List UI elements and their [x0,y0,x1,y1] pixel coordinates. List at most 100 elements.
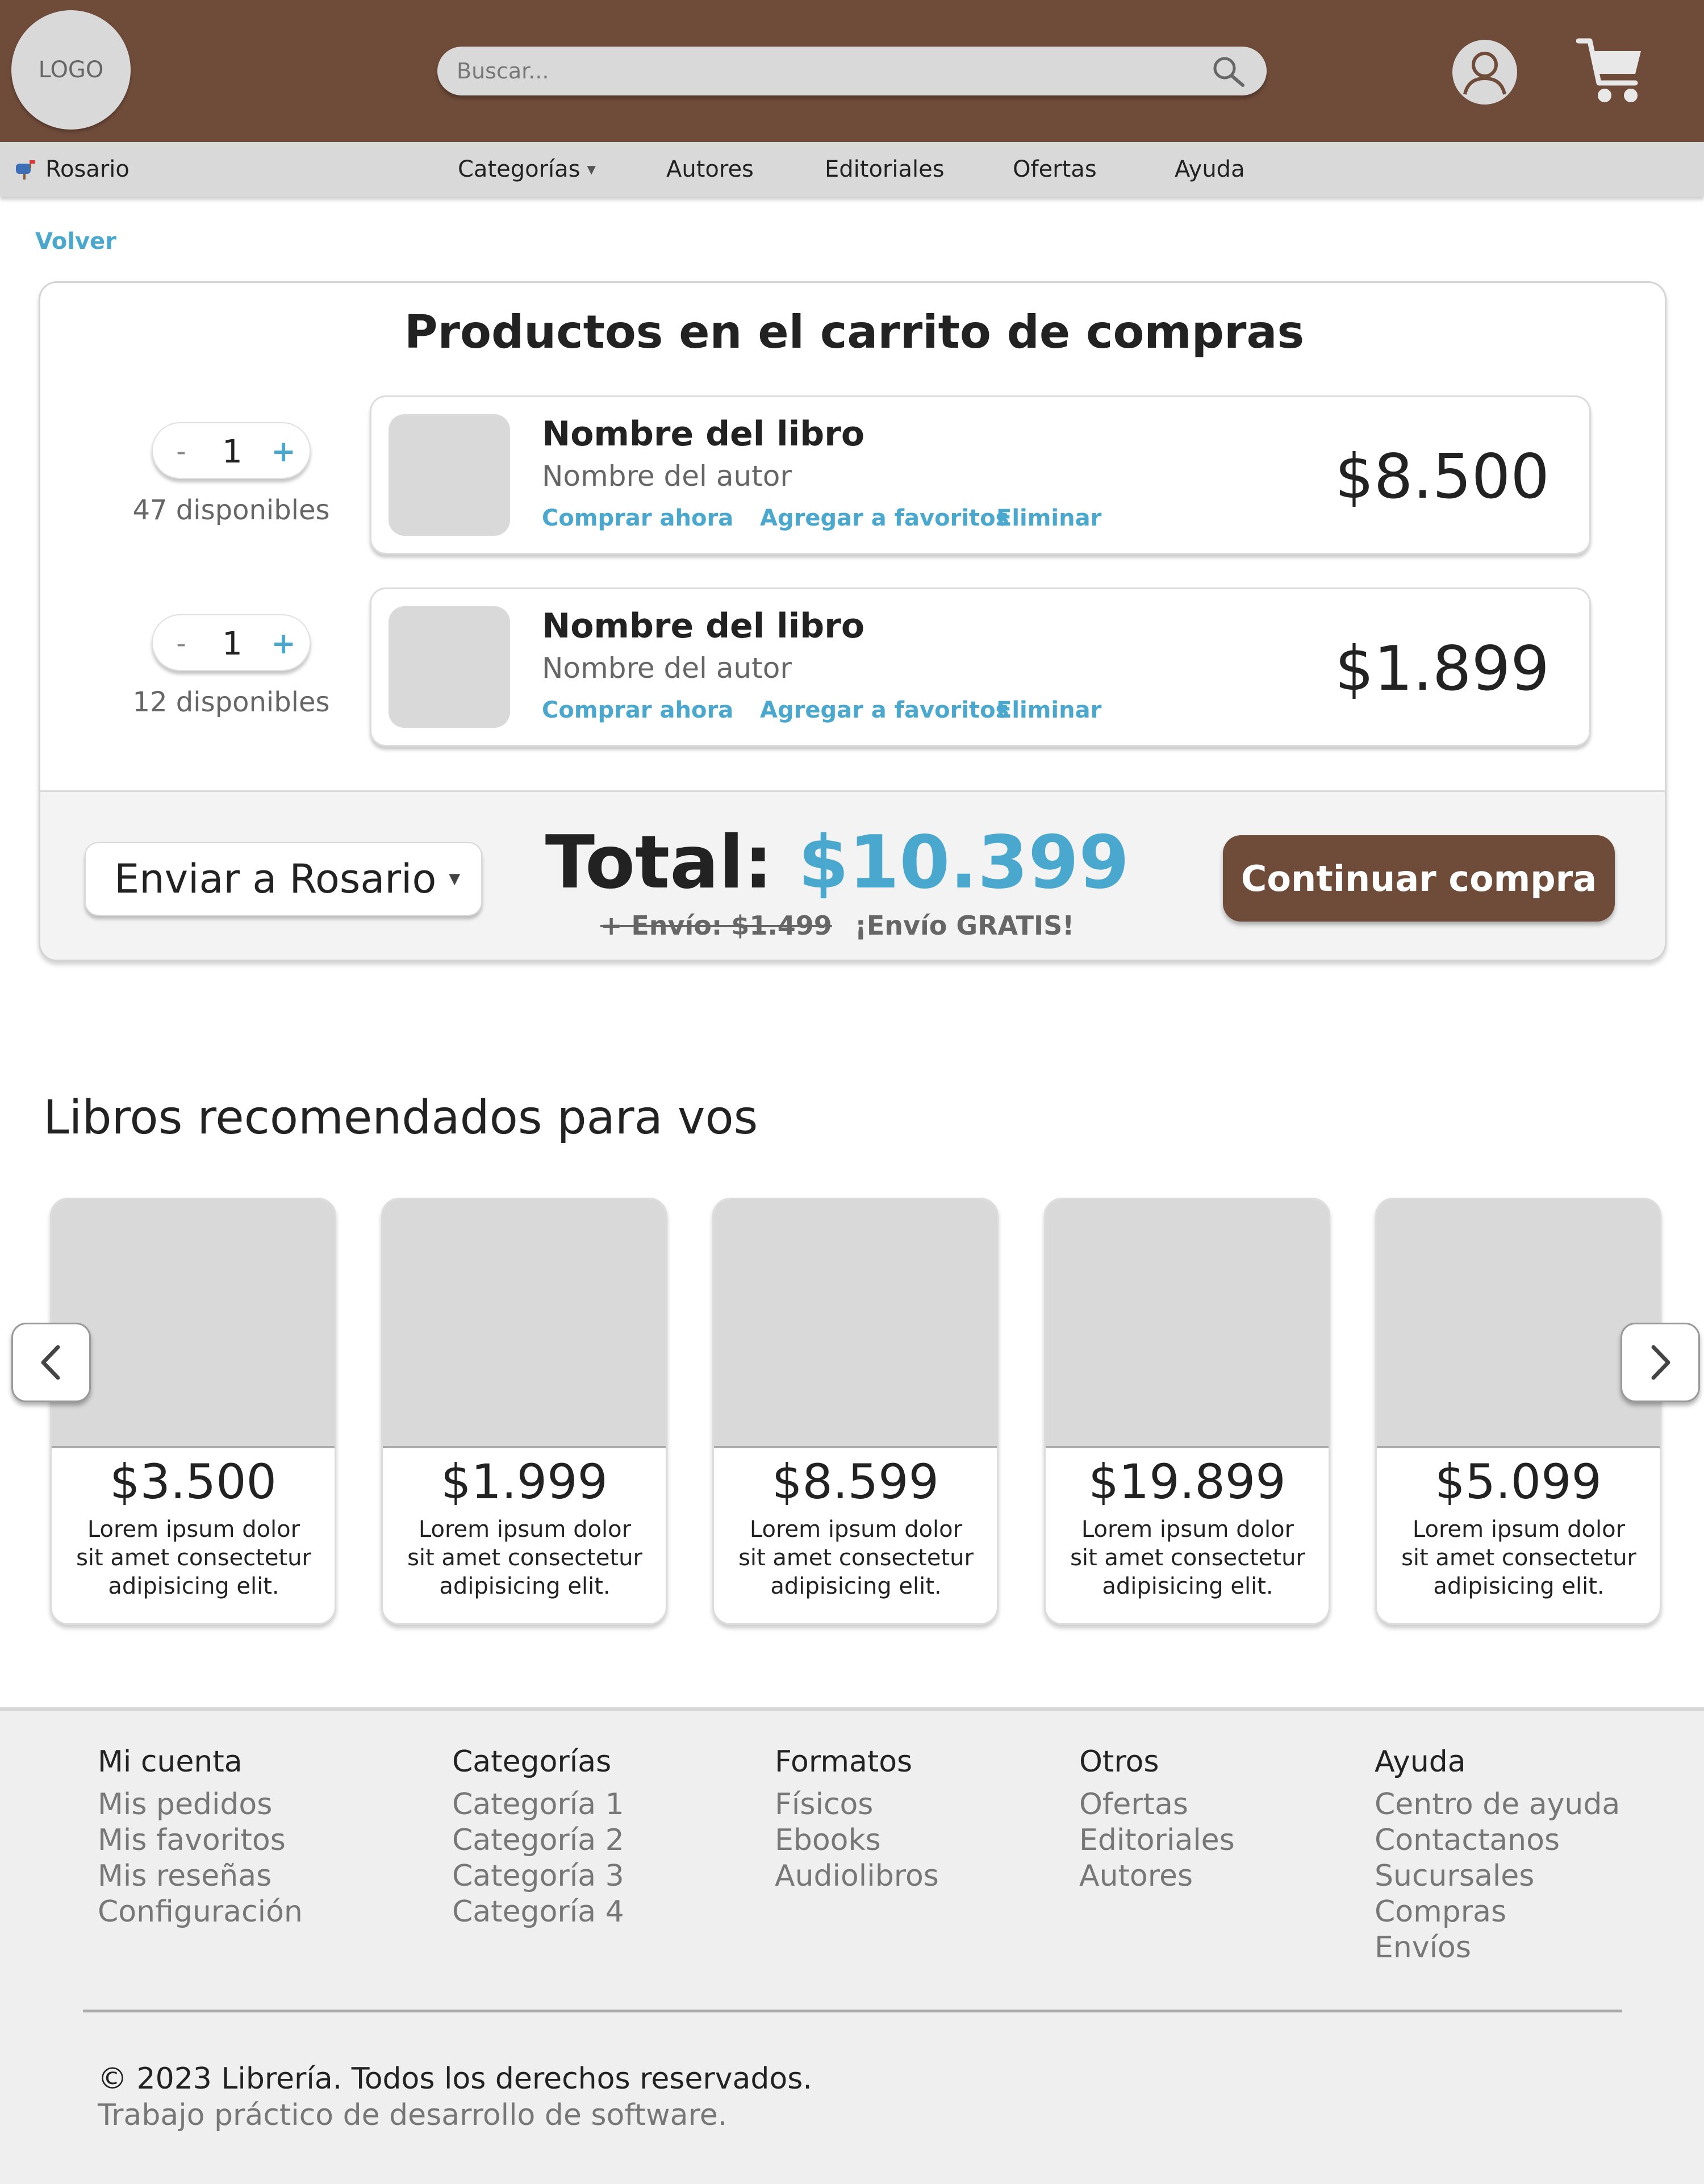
recommended-book-card[interactable]: $3.500 Lorem ipsum dolor sit amet consec… [50,1198,336,1625]
footer-link[interactable]: Contactanos [1375,1823,1620,1858]
footer: Mi cuenta Mis pedidos Mis favoritos Mis … [0,1707,1704,2184]
increase-button[interactable]: + [266,423,300,480]
nav-editoriales[interactable]: Editoriales [825,142,945,197]
recommended-book-card[interactable]: $8.599 Lorem ipsum dolor sit amet consec… [712,1198,999,1625]
footer-link[interactable]: Mis favoritos [98,1823,303,1858]
footer-link[interactable]: Sucursales [1375,1858,1620,1894]
add-favorite-link[interactable]: Agregar a favoritos [760,505,1009,531]
book-price: $5.099 [1435,1454,1602,1510]
footer-link[interactable]: Categoría 2 [452,1823,624,1858]
recommended-book-card[interactable]: $1.999 Lorem ipsum dolor sit amet consec… [381,1198,667,1625]
cart-summary: Enviar a Rosario ▼ Total: $10.399 + Enví… [40,790,1665,960]
search-icon[interactable] [1210,55,1246,89]
availability-text: 12 disponibles [132,686,330,718]
footer-column-formats: Formatos Físicos Ebooks Audiolibros [775,1745,939,1894]
footer-heading: Ayuda [1375,1745,1466,1779]
buy-now-link[interactable]: Comprar ahora [542,697,733,723]
book-author: Nombre del autor [542,460,792,493]
book-title: Nombre del libro [542,606,865,646]
total-label: Total: [545,820,773,905]
free-shipping-text: ¡Envío GRATIS! [854,910,1075,941]
total-value: $10.399 [798,820,1130,905]
nav-ofertas[interactable]: Ofertas [1013,142,1097,197]
book-title: Nombre del libro [542,414,865,454]
book-description: Lorem ipsum dolor sit amet consectetur a… [76,1516,311,1599]
shipping-old-price: + Envío: $1.499 [600,910,832,941]
continue-purchase-button[interactable]: Continuar compra [1223,835,1615,922]
search-bar [437,47,1267,95]
nav-categorias-label: Categorías [458,156,580,182]
footer-heading: Formatos [775,1745,913,1779]
book-description: Lorem ipsum dolor sit amet consectetur a… [407,1516,642,1599]
footer-link[interactable]: Autores [1079,1858,1235,1894]
nav-ayuda[interactable]: Ayuda [1175,142,1245,197]
search-input[interactable] [457,47,1195,95]
footer-link[interactable]: Físicos [775,1787,939,1823]
location-selector[interactable]: Rosario [14,142,130,197]
caret-down-icon: ▼ [587,162,596,176]
availability-text: 47 disponibles [132,494,330,526]
recommended-book-card[interactable]: $5.099 Lorem ipsum dolor sit amet consec… [1375,1198,1661,1625]
book-cover [1046,1199,1329,1448]
back-link[interactable]: Volver [35,228,116,255]
recommended-book-card[interactable]: $19.899 Lorem ipsum dolor sit amet conse… [1044,1198,1330,1625]
logo[interactable]: LOGO [11,10,131,130]
footer-column-help: Ayuda Centro de ayuda Contactanos Sucurs… [1375,1745,1620,1966]
footer-subtitle: Trabajo práctico de desarrollo de softwa… [98,2098,728,2132]
nav-autores[interactable]: Autores [666,142,754,197]
footer-heading: Otros [1079,1745,1159,1779]
footer-heading: Mi cuenta [98,1745,243,1779]
quantity-stepper: - 1 + [152,422,311,479]
item-price: $1.899 [1335,633,1550,705]
footer-link[interactable]: Categoría 4 [452,1894,624,1930]
footer-link[interactable]: Compras [1375,1894,1620,1930]
recommended-title: Libros recomendados para vos [43,1091,758,1145]
cart-panel: Productos en el carrito de compras - 1 +… [39,281,1667,961]
footer-link[interactable]: Categoría 1 [452,1787,624,1823]
buy-now-link[interactable]: Comprar ahora [542,505,733,531]
footer-link[interactable]: Ebooks [775,1823,939,1858]
decrease-button[interactable]: - [164,615,198,672]
book-author: Nombre del autor [542,652,792,685]
book-cover [52,1199,335,1448]
footer-link[interactable]: Categoría 3 [452,1858,624,1894]
add-favorite-link[interactable]: Agregar a favoritos [760,697,1009,723]
carousel-prev-button[interactable] [11,1323,91,1402]
remove-link[interactable]: Eliminar [996,697,1101,723]
remove-link[interactable]: Eliminar [996,505,1101,531]
user-icon[interactable] [1451,39,1518,106]
footer-link[interactable]: Envíos [1375,1930,1620,1966]
footer-link[interactable]: Editoriales [1079,1823,1235,1858]
chevron-right-icon [1651,1345,1670,1380]
book-description: Lorem ipsum dolor sit amet consectetur a… [1401,1516,1636,1599]
mailbox-icon [16,160,35,180]
decrease-button[interactable]: - [164,423,198,480]
cart-icon[interactable] [1576,35,1644,107]
book-price: $8.599 [772,1454,939,1510]
footer-link[interactable]: Mis pedidos [98,1787,303,1823]
item-price: $8.500 [1335,441,1550,512]
footer-link[interactable]: Centro de ayuda [1375,1787,1620,1823]
footer-link[interactable]: Mis reseñas [98,1858,303,1894]
book-thumbnail [389,414,510,536]
quantity-value: 1 [222,625,243,662]
nav-categorias[interactable]: Categorías ▼ [458,142,596,197]
footer-link[interactable]: Configuración [98,1894,303,1930]
book-cover [383,1199,666,1448]
quantity-stepper: - 1 + [152,614,311,671]
footer-link[interactable]: Audiolibros [775,1858,939,1894]
location-label: Rosario [45,156,130,182]
cart-title: Productos en el carrito de compras [404,306,1305,359]
footer-column-account: Mi cuenta Mis pedidos Mis favoritos Mis … [98,1745,303,1930]
chevron-left-icon [41,1345,60,1380]
footer-heading: Categorías [452,1745,612,1779]
increase-button[interactable]: + [266,615,300,672]
book-cover [1377,1199,1660,1448]
footer-link[interactable]: Ofertas [1079,1787,1235,1823]
carousel-next-button[interactable] [1621,1323,1700,1402]
copyright-text: © 2023 Librería. Todos los derechos rese… [98,2062,812,2096]
footer-divider [83,2010,1622,2012]
cart-item: Nombre del libro Nombre del autor Compra… [370,395,1591,555]
header: LOGO [0,0,1704,142]
footer-column-others: Otros Ofertas Editoriales Autores [1079,1745,1235,1894]
